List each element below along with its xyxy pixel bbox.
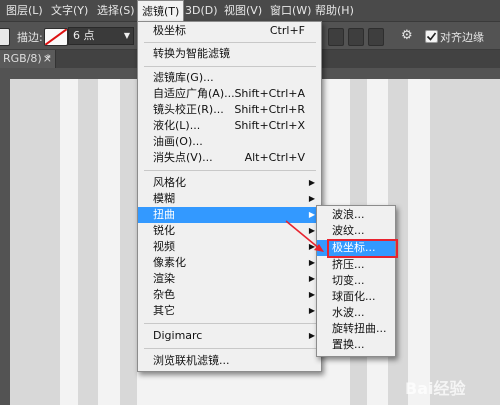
stroke-swatch[interactable] xyxy=(44,28,68,46)
fill-swatch[interactable] xyxy=(0,28,10,46)
menu-item-last-filter[interactable]: 极坐标 Ctrl+F xyxy=(138,23,321,39)
menu-item-label: 渲染 xyxy=(153,272,175,285)
watermark-text: Bai经验 xyxy=(405,379,466,398)
menu-item-label: 滤镜库(G)... xyxy=(153,71,214,84)
menu-item-vanishing-point[interactable]: 消失点(V)... Alt+Ctrl+V xyxy=(138,150,321,166)
watermark: Bai经验 xyxy=(403,374,499,402)
menu-item-noise[interactable]: 杂色 ▶ xyxy=(138,287,321,303)
menu-item-adaptive-wide-angle[interactable]: 自适应广角(A)... Shift+Ctrl+A xyxy=(138,86,321,102)
path-ops-icon[interactable] xyxy=(328,28,344,46)
menu-item-label: 液化(L)... xyxy=(153,119,201,132)
menu-item-label: Digimarc xyxy=(153,329,203,342)
menu-item-label: 消失点(V)... xyxy=(153,151,213,164)
menu-item-label: 自适应广角(A)... xyxy=(153,87,235,100)
menu-item-label: 镜头校正(R)... xyxy=(153,103,224,116)
canvas-stripe xyxy=(10,79,60,405)
menu-item-label: 杂色 xyxy=(153,288,175,301)
menu-item-label: 扭曲 xyxy=(153,208,175,221)
path-arrange-icon[interactable] xyxy=(368,28,384,46)
menu-item-other[interactable]: 其它 ▶ xyxy=(138,303,321,319)
stroke-none-icon xyxy=(45,29,67,45)
menu-window[interactable]: 窗口(W) xyxy=(266,0,315,22)
menu-separator xyxy=(144,42,316,43)
menu-item-label: 其它 xyxy=(153,304,175,317)
submenu-item-spherize[interactable]: 球面化... xyxy=(317,289,395,305)
menu-separator xyxy=(144,323,316,324)
canvas-stripe xyxy=(430,79,500,405)
submenu-arrow-icon: ▶ xyxy=(308,290,315,299)
menu-item-label: 像素化 xyxy=(153,256,186,269)
submenu-arrow-icon: ▶ xyxy=(308,178,315,187)
shortcut-label: Alt+Ctrl+V xyxy=(244,151,305,164)
submenu-item-shear[interactable]: 切变... xyxy=(317,273,395,289)
menu-item-label: 风格化 xyxy=(153,176,186,189)
stroke-width-value: 6 点 xyxy=(73,29,95,42)
menu-item-liquify[interactable]: 液化(L)... Shift+Ctrl+X xyxy=(138,118,321,134)
shortcut-label: Shift+Ctrl+X xyxy=(234,119,305,132)
menu-item-render[interactable]: 渲染 ▶ xyxy=(138,271,321,287)
submenu-arrow-icon: ▶ xyxy=(308,274,315,283)
filter-menu: 极坐标 Ctrl+F 转换为智能滤镜 滤镜库(G)... 自适应广角(A)... S… xyxy=(137,21,322,372)
align-edges-label: 对齐边缘 xyxy=(440,31,484,44)
canvas-stripe xyxy=(78,79,98,405)
chevron-down-icon: ▼ xyxy=(123,31,130,40)
annotation-arrow-icon xyxy=(285,220,324,252)
menu-item-digimarc[interactable]: Digimarc ▶ xyxy=(138,328,321,344)
menu-separator xyxy=(144,348,316,349)
menu-bar: 图层(L) 文字(Y) 选择(S) 滤镜(T) 3D(D) 视图(V) 窗口(W… xyxy=(0,0,500,24)
stroke-label: 描边: xyxy=(17,31,43,44)
document-tab[interactable]: RGB/8) * × xyxy=(0,50,56,68)
watermark-logo: Bai经验 xyxy=(405,379,466,398)
menu-item-label: 浏览联机滤镜... xyxy=(153,354,230,367)
menu-help[interactable]: 帮助(H) xyxy=(311,0,358,22)
submenu-item-displace[interactable]: 置换... xyxy=(317,337,395,353)
submenu-arrow-icon: ▶ xyxy=(308,306,315,315)
shortcut-label: Shift+Ctrl+R xyxy=(234,103,305,116)
menu-view[interactable]: 视图(V) xyxy=(220,0,266,22)
submenu-arrow-icon: ▶ xyxy=(308,331,315,340)
menu-type[interactable]: 文字(Y) xyxy=(47,0,92,22)
menu-item-lens-correction[interactable]: 镜头校正(R)... Shift+Ctrl+R xyxy=(138,102,321,118)
shortcut-label: Ctrl+F xyxy=(269,24,305,37)
menu-item-convert-smart-filter[interactable]: 转换为智能滤镜 xyxy=(138,46,321,62)
menu-item-browse-online-filters[interactable]: 浏览联机滤镜... xyxy=(138,353,321,369)
align-edges-checkbox[interactable] xyxy=(425,30,438,43)
path-align-icon[interactable] xyxy=(348,28,364,46)
close-icon[interactable]: × xyxy=(43,50,52,68)
submenu-item-zigzag[interactable]: 水波... xyxy=(317,305,395,321)
stroke-width-field[interactable]: 6 点 ▼ xyxy=(68,27,134,45)
submenu-item-twirl[interactable]: 旋转扭曲... xyxy=(317,321,395,337)
menu-separator xyxy=(144,170,316,171)
menu-item-label: 视频 xyxy=(153,240,175,253)
menu-3d[interactable]: 3D(D) xyxy=(181,0,222,22)
menu-item-filter-gallery[interactable]: 滤镜库(G)... xyxy=(138,70,321,86)
menu-separator xyxy=(144,66,316,67)
gear-icon[interactable]: ⚙ xyxy=(401,28,413,43)
canvas-stripe xyxy=(120,79,137,405)
menu-item-stylize[interactable]: 风格化 ▶ xyxy=(138,175,321,191)
menu-item-label: 模糊 xyxy=(153,192,175,205)
menu-item-label: 转换为智能滤镜 xyxy=(153,47,230,60)
menu-select[interactable]: 选择(S) xyxy=(93,0,139,22)
menu-item-blur[interactable]: 模糊 ▶ xyxy=(138,191,321,207)
menu-item-label: 极坐标 xyxy=(153,24,186,37)
menu-item-label: 油画(O)... xyxy=(153,135,203,148)
menu-item-oil-paint[interactable]: 油画(O)... xyxy=(138,134,321,150)
submenu-arrow-icon: ▶ xyxy=(308,194,315,203)
menu-item-label: 锐化 xyxy=(153,224,175,237)
annotation-highlight-box xyxy=(327,239,398,258)
checkmark-icon xyxy=(426,32,437,41)
menu-layer[interactable]: 图层(L) xyxy=(2,0,47,22)
shortcut-label: Shift+Ctrl+A xyxy=(234,87,305,100)
